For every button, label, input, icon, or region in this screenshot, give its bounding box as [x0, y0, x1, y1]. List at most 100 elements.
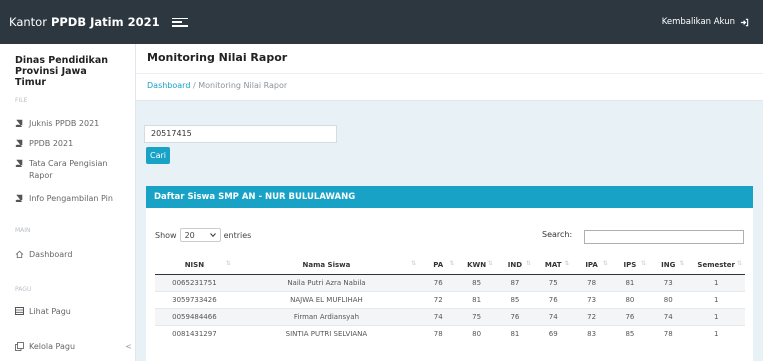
cell-kwn: 81 [457, 290, 496, 308]
cell-nisn: 0065231751 [155, 273, 234, 291]
cell-ind: 85 [495, 290, 535, 308]
entries-length-control: Show 20 entries [155, 228, 251, 242]
brand-title: PPDB Jatim 2021 [50, 15, 160, 29]
cell-ipa: 83 [572, 324, 611, 342]
column-header-pa[interactable]: PA ⇅ [419, 256, 458, 275]
search-button[interactable]: Cari [146, 147, 170, 164]
home-icon [14, 249, 24, 259]
sidebar-item-lihat-pagu[interactable]: Lihat Pagu [14, 306, 132, 318]
entries-select[interactable]: 20 [179, 228, 221, 242]
breadcrumb-separator: / [192, 81, 196, 90]
cell-ing: 73 [649, 273, 688, 291]
cell-ing: 80 [649, 290, 688, 308]
table-row: 0059484466 Firman Ardiansyah 74 75 76 74… [155, 307, 745, 325]
column-header-semester[interactable]: Semester ⇅ [687, 256, 745, 275]
sidebar-section-file: FILE [15, 97, 28, 104]
sidebar-item-juknis[interactable]: Juknis PPDB 2021 [14, 118, 132, 130]
sort-icon: ⇅ [679, 260, 685, 267]
cell-semester: 1 [687, 324, 745, 342]
book-icon [14, 118, 24, 128]
sidebar-item-ppdb[interactable]: PPDB 2021 [14, 138, 132, 150]
cell-kwn: 80 [457, 324, 496, 342]
cell-pa: 74 [419, 307, 458, 325]
sort-icon: ⇅ [526, 260, 532, 267]
main-content: Monitoring Nilai Rapor Dashboard / Monit… [136, 44, 763, 361]
breadcrumb: Dashboard / Monitoring Nilai Rapor [147, 81, 287, 90]
sidebar: Dinas Pendidikan Provinsi Jawa Timur FIL… [0, 44, 136, 361]
cell-ipa: 72 [572, 307, 611, 325]
breadcrumb-current: Monitoring Nilai Rapor [198, 81, 288, 90]
copy-icon [14, 341, 24, 351]
cell-pa: 72 [419, 290, 458, 308]
table-search-label: Search: [542, 230, 573, 239]
card-title: Daftar Siswa SMP AN - NUR BULULAWANG [146, 186, 753, 208]
sidebar-item-info-pin[interactable]: Info Pengambilan Pin [14, 193, 132, 205]
header-divider [136, 73, 763, 74]
menu-toggle-icon[interactable] [171, 17, 188, 27]
table-row: 0081431297 SINTIA PUTRI SELVIANA 78 80 8… [155, 324, 745, 342]
cell-ing: 74 [649, 307, 688, 325]
column-header-kwn[interactable]: KWN ⇅ [457, 256, 496, 275]
column-header-ing[interactable]: ING ⇅ [649, 256, 688, 275]
chevron-left-icon: < [125, 342, 132, 351]
cell-pa: 78 [419, 324, 458, 342]
column-header-nama-siswa[interactable]: Nama Siswa ⇅ [233, 256, 420, 275]
sort-icon: ⇅ [602, 260, 608, 267]
cell-ipa: 73 [572, 290, 611, 308]
sidebar-section-main: MAIN [15, 227, 31, 234]
show-label: Show [155, 230, 177, 240]
column-header-mat[interactable]: MAT ⇅ [534, 256, 573, 275]
cell-kwn: 75 [457, 307, 496, 325]
cell-semester: 1 [687, 307, 745, 325]
cell-ind: 87 [495, 273, 535, 291]
sign-in-icon [740, 18, 749, 26]
sort-icon: ⇅ [641, 260, 647, 267]
cell-ipa: 78 [572, 273, 611, 291]
brand[interactable]: Kantor PPDB Jatim 2021 [9, 15, 160, 29]
cell-mat: 76 [534, 290, 573, 308]
student-grades-table: NISN ⇅ Nama Siswa ⇅ PA ⇅ KWN ⇅ IND ⇅ MAT ⇅ IPA… [155, 256, 745, 342]
entries-label: entries [223, 230, 252, 240]
cell-pa: 76 [419, 273, 458, 291]
sort-icon: ⇅ [225, 260, 231, 267]
cell-ips: 81 [610, 273, 650, 291]
book-icon [14, 138, 24, 148]
return-account-link[interactable]: Kembalikan Akun [662, 17, 749, 27]
sort-icon: ⇅ [736, 260, 742, 267]
cell-nisn: 0059484466 [155, 307, 234, 325]
sidebar-org-name: Dinas Pendidikan Provinsi Jawa Timur [15, 55, 109, 88]
column-header-ipa[interactable]: IPA ⇅ [572, 256, 611, 275]
column-header-ind[interactable]: IND ⇅ [495, 256, 535, 275]
table-icon [14, 306, 24, 316]
cell-nama-siswa: SINTIA PUTRI SELVIANA [233, 324, 420, 342]
column-header-ips[interactable]: IPS ⇅ [610, 256, 650, 275]
top-navbar: Kantor PPDB Jatim 2021 Kembalikan Akun [0, 0, 763, 44]
cell-nisn: 3059733426 [155, 290, 234, 308]
chevron-down-icon [209, 233, 216, 237]
sort-icon: ⇅ [564, 260, 570, 267]
cell-ips: 80 [610, 290, 650, 308]
table-search-input[interactable] [584, 230, 744, 244]
npsn-search-input[interactable]: 20517415 [144, 125, 337, 143]
cell-kwn: 85 [457, 273, 496, 291]
student-list-card: Daftar Siswa SMP AN - NUR BULULAWANG Sho… [146, 186, 753, 361]
cell-ing: 78 [649, 324, 688, 342]
column-header-nisn[interactable]: NISN ⇅ [155, 256, 234, 275]
cell-mat: 75 [534, 273, 573, 291]
cell-nama-siswa: Firman Ardiansyah [233, 307, 420, 325]
sort-icon: ⇅ [487, 260, 493, 267]
return-account-label: Kembalikan Akun [661, 17, 735, 27]
cell-ips: 76 [610, 307, 650, 325]
sidebar-item-kelola-pagu[interactable]: Kelola Pagu < [14, 341, 132, 353]
sidebar-item-tata-cara[interactable]: Tata Cara Pengisian Rapor [14, 158, 132, 182]
sidebar-item-dashboard[interactable]: Dashboard [14, 249, 132, 261]
cell-semester: 1 [687, 290, 745, 308]
cell-ind: 76 [495, 307, 535, 325]
cell-nama-siswa: NAJWA EL MUFLIHAH [233, 290, 420, 308]
breadcrumb-dashboard-link[interactable]: Dashboard [147, 81, 190, 90]
table-row: 3059733426 NAJWA EL MUFLIHAH 72 81 85 76… [155, 290, 745, 308]
sort-icon: ⇅ [411, 260, 417, 267]
cell-ips: 85 [610, 324, 650, 342]
cell-mat: 74 [534, 307, 573, 325]
cell-mat: 69 [534, 324, 573, 342]
